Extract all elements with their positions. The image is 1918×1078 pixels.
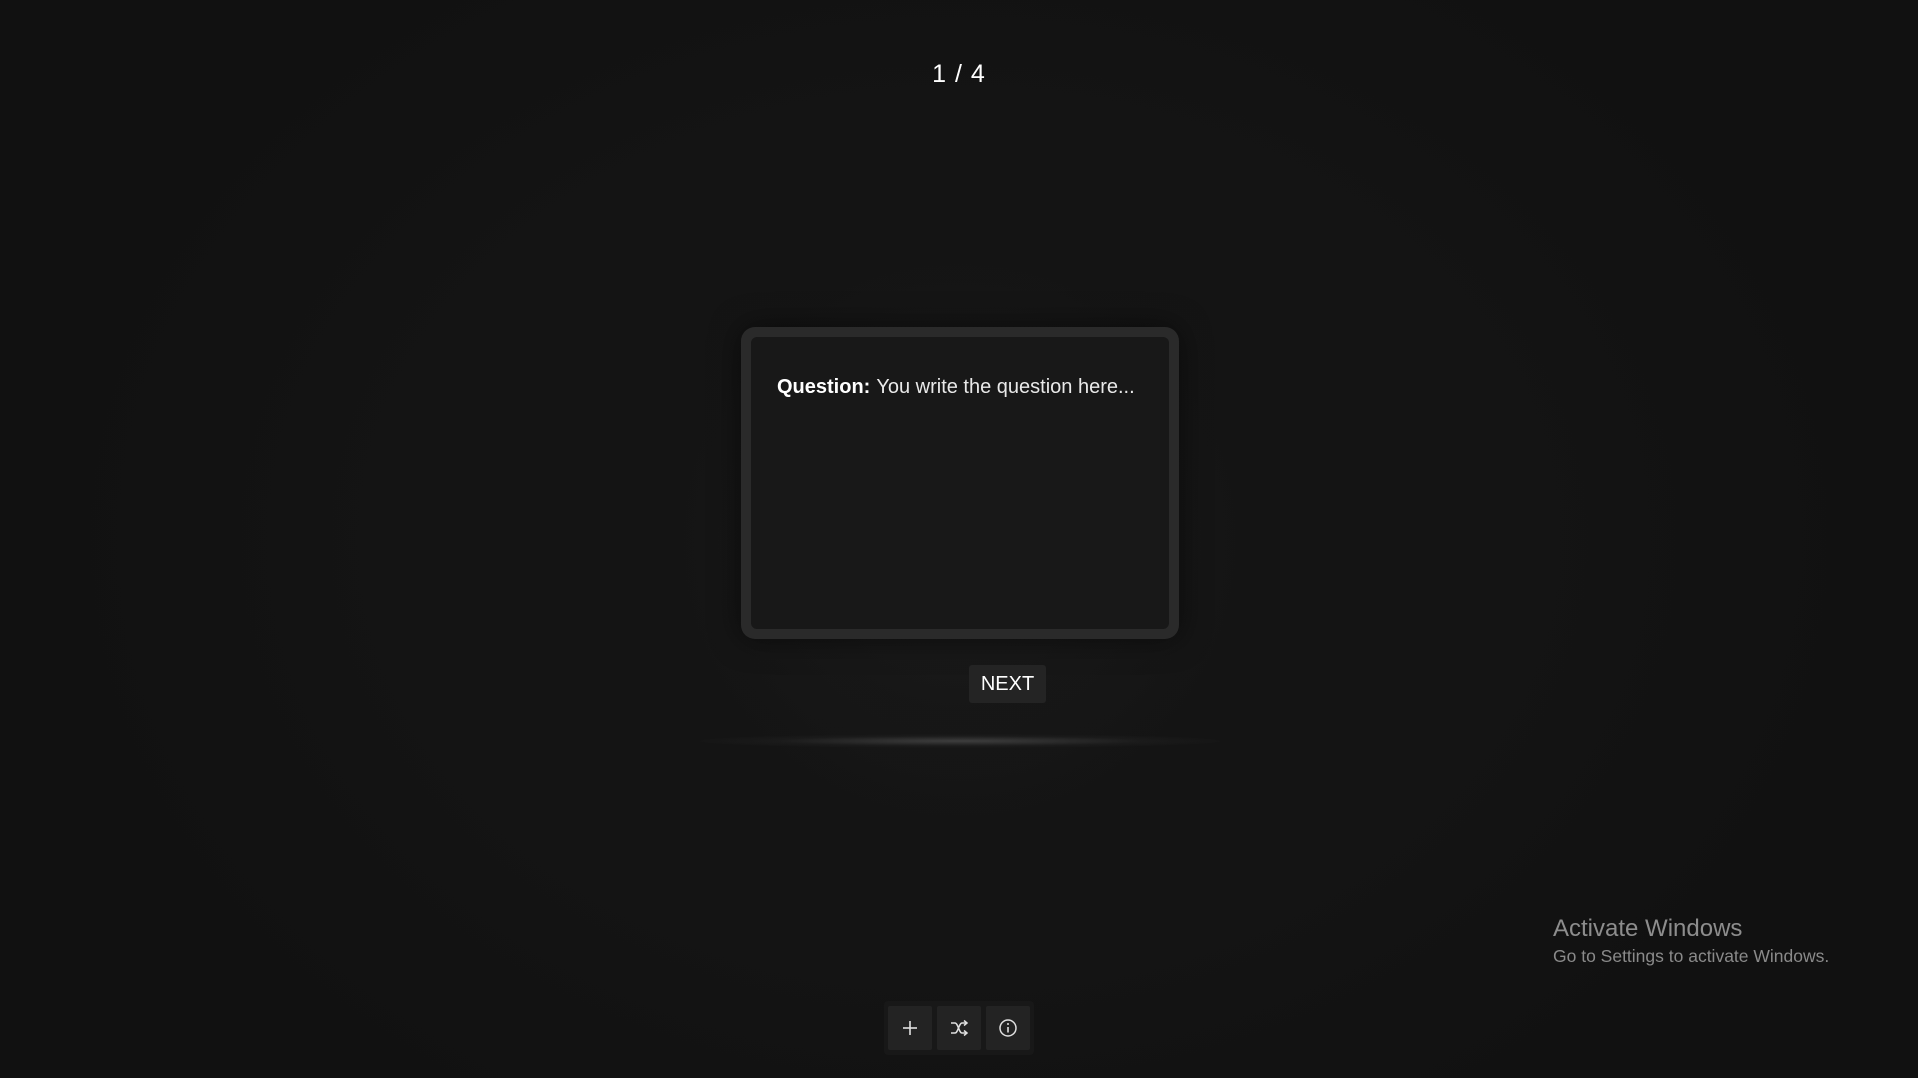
activate-windows-watermark: Activate Windows Go to Settings to activ… [1553, 914, 1829, 968]
watermark-subtitle: Go to Settings to activate Windows. [1553, 946, 1830, 966]
flashcard-face: Question: You write the question here... [751, 337, 1169, 629]
add-card-button[interactable] [888, 1006, 932, 1050]
question-text: You write the question here... [876, 376, 1135, 398]
bottom-toolbar [884, 1001, 1034, 1055]
shuffle-icon [951, 1019, 969, 1037]
shuffle-button[interactable] [937, 1006, 981, 1050]
plus-icon [903, 1021, 917, 1035]
next-button[interactable]: NEXT [969, 665, 1046, 703]
info-button[interactable] [986, 1006, 1030, 1050]
info-icon [999, 1019, 1017, 1037]
watermark-title: Activate Windows [1553, 915, 1743, 942]
floor-shadow [700, 734, 1220, 748]
flashcard[interactable]: Question: You write the question here... [741, 327, 1179, 639]
question-label: Question: [777, 376, 871, 398]
question-counter: 1 / 4 [932, 60, 986, 88]
